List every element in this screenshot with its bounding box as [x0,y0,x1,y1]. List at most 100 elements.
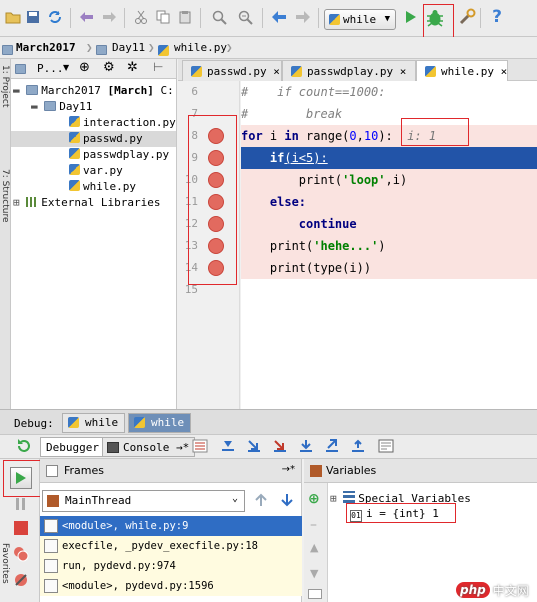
tab-debugger[interactable]: Debugger [40,437,105,457]
tab-console[interactable]: Console →* [102,437,196,457]
tab-passwd[interactable]: passwd.py × [182,60,282,81]
chevron-down-icon[interactable]: ▼ [63,63,69,72]
stack-frame-selected[interactable]: <module>, while.py:9 [40,516,302,536]
breakpoint-icon[interactable] [208,238,224,254]
line-number: 15 [184,283,198,296]
evaluate-expression-icon[interactable] [378,438,396,456]
run-icon[interactable] [400,6,422,28]
python-icon [68,417,79,428]
pause-icon[interactable] [14,497,28,511]
paste-icon[interactable] [174,6,196,28]
step-over-icon[interactable] [220,438,238,456]
show-execution-point-icon[interactable] [192,438,210,456]
copy-icon[interactable] [152,6,174,28]
settings-wrench-icon[interactable] [456,6,478,28]
mute-breakpoints-icon[interactable] [12,571,30,589]
tree-file[interactable]: passwdplay.py [69,147,169,163]
tree-file[interactable]: var.py [69,163,123,179]
frame-down-icon[interactable] [280,493,294,510]
stack-frame[interactable]: run, pydevd.py:974 [40,556,302,576]
variable-special[interactable]: ⊞ Special Variables [330,491,471,505]
tree-file-selected[interactable]: passwd.py [11,131,176,147]
breakpoint-icon[interactable] [208,194,224,210]
python-file-icon [69,164,80,175]
variable-i[interactable]: 01 i = {int} 1 [350,507,439,522]
debug-session-tab-active[interactable]: while [128,413,192,433]
tree-file[interactable]: interaction.py [69,115,176,131]
breakpoint-icon[interactable] [208,260,224,276]
move-up-icon[interactable]: ▲ [310,541,318,554]
tree-root[interactable]: ▬ March2017 [March] C: [13,83,174,99]
resume-program-button[interactable] [10,467,32,489]
thread-select[interactable]: MainThread ⌄ [42,490,245,512]
help-icon[interactable]: ? [486,6,508,28]
close-icon[interactable]: × [273,65,280,78]
tree-folder-day11[interactable]: ▬ Day11 [31,99,92,115]
line-number: 6 [191,85,198,98]
remove-watch-icon[interactable]: – [310,517,317,533]
forward-icon[interactable] [292,6,314,28]
sync-icon[interactable] [44,6,66,28]
replace-icon[interactable] [234,6,256,28]
close-icon[interactable]: × [400,65,407,78]
stack-frame[interactable]: execfile, _pydev_execfile.py:18 [40,536,302,556]
breakpoint-icon[interactable] [208,216,224,232]
inline-debug-value: i: 1 [407,129,437,143]
debug-session-tab[interactable]: while [62,413,126,433]
run-to-cursor-icon[interactable] [350,438,368,456]
stack-frame[interactable]: <module>, pydevd.py:1596 [40,576,302,596]
breadcrumb-project[interactable]: March2017 [16,41,76,54]
gear-icon[interactable]: ✲ [127,60,138,75]
project-view-select[interactable]: P... [37,62,64,75]
view-breakpoints-icon[interactable] [12,545,30,563]
watermark-text: 中文网 [492,583,529,598]
settings-icon[interactable]: ⚙ [103,60,115,75]
frame-up-icon[interactable] [254,493,268,510]
step-into-icon[interactable] [246,438,264,456]
debug-bug-icon[interactable] [424,7,446,29]
back-icon[interactable] [268,6,290,28]
breakpoint-icon[interactable] [208,150,224,166]
pin-icon[interactable]: →* [282,464,295,475]
code-line: # break [241,107,343,121]
line-number: 13 [184,239,198,252]
cut-icon[interactable] [130,6,152,28]
breakpoint-icon[interactable] [208,172,224,188]
tree-file[interactable]: while.py [69,179,136,195]
frames-header: Frames →* [40,459,301,483]
favorites-tool-tab[interactable]: Favorites [0,543,10,584]
line-number: 10 [184,173,198,186]
breadcrumb-file[interactable]: while.py [174,41,227,54]
tab-while[interactable]: while.py × [416,60,508,81]
scroll-from-source-icon[interactable]: ⊕ [79,60,90,75]
step-into-my-code-icon[interactable] [272,438,290,456]
copy-value-icon[interactable] [308,589,322,599]
code-editor[interactable]: # if count==1000: # break for i in range… [241,81,537,409]
line-number: 7 [191,107,198,120]
redo-icon[interactable] [98,6,120,28]
undo-icon[interactable] [76,6,98,28]
tab-passwdplay[interactable]: passwdplay.py × [282,60,416,81]
variables-toolbar: ⊕ – ▲ ▼ [304,483,328,602]
code-line: # if count==1000: [241,85,386,99]
breadcrumb-folder[interactable]: Day11 [112,41,145,54]
python-file-icon [69,180,80,191]
save-icon[interactable] [22,6,44,28]
tree-external-libraries[interactable]: ⊞ External Libraries [13,195,160,211]
move-down-icon[interactable]: ▼ [310,567,318,580]
stop-icon[interactable] [14,521,28,535]
run-config-select[interactable]: while ▼ [324,9,396,30]
force-step-into-icon[interactable] [298,438,316,456]
close-icon[interactable]: × [501,65,508,78]
open-folder-icon[interactable] [2,6,24,28]
main-toolbar: while ▼ ? [0,0,537,41]
rerun-icon[interactable] [16,438,34,456]
breakpoint-icon[interactable] [208,128,224,144]
structure-tool-tab[interactable]: 7: Structure [0,169,10,223]
project-tool-tab[interactable]: 1: Project [0,65,10,107]
find-icon[interactable] [208,6,230,28]
hide-panel-icon[interactable]: ⊢ [153,60,163,74]
add-watch-icon[interactable]: ⊕ [308,491,320,507]
python-file-icon [191,66,202,77]
step-out-icon[interactable] [324,438,342,456]
